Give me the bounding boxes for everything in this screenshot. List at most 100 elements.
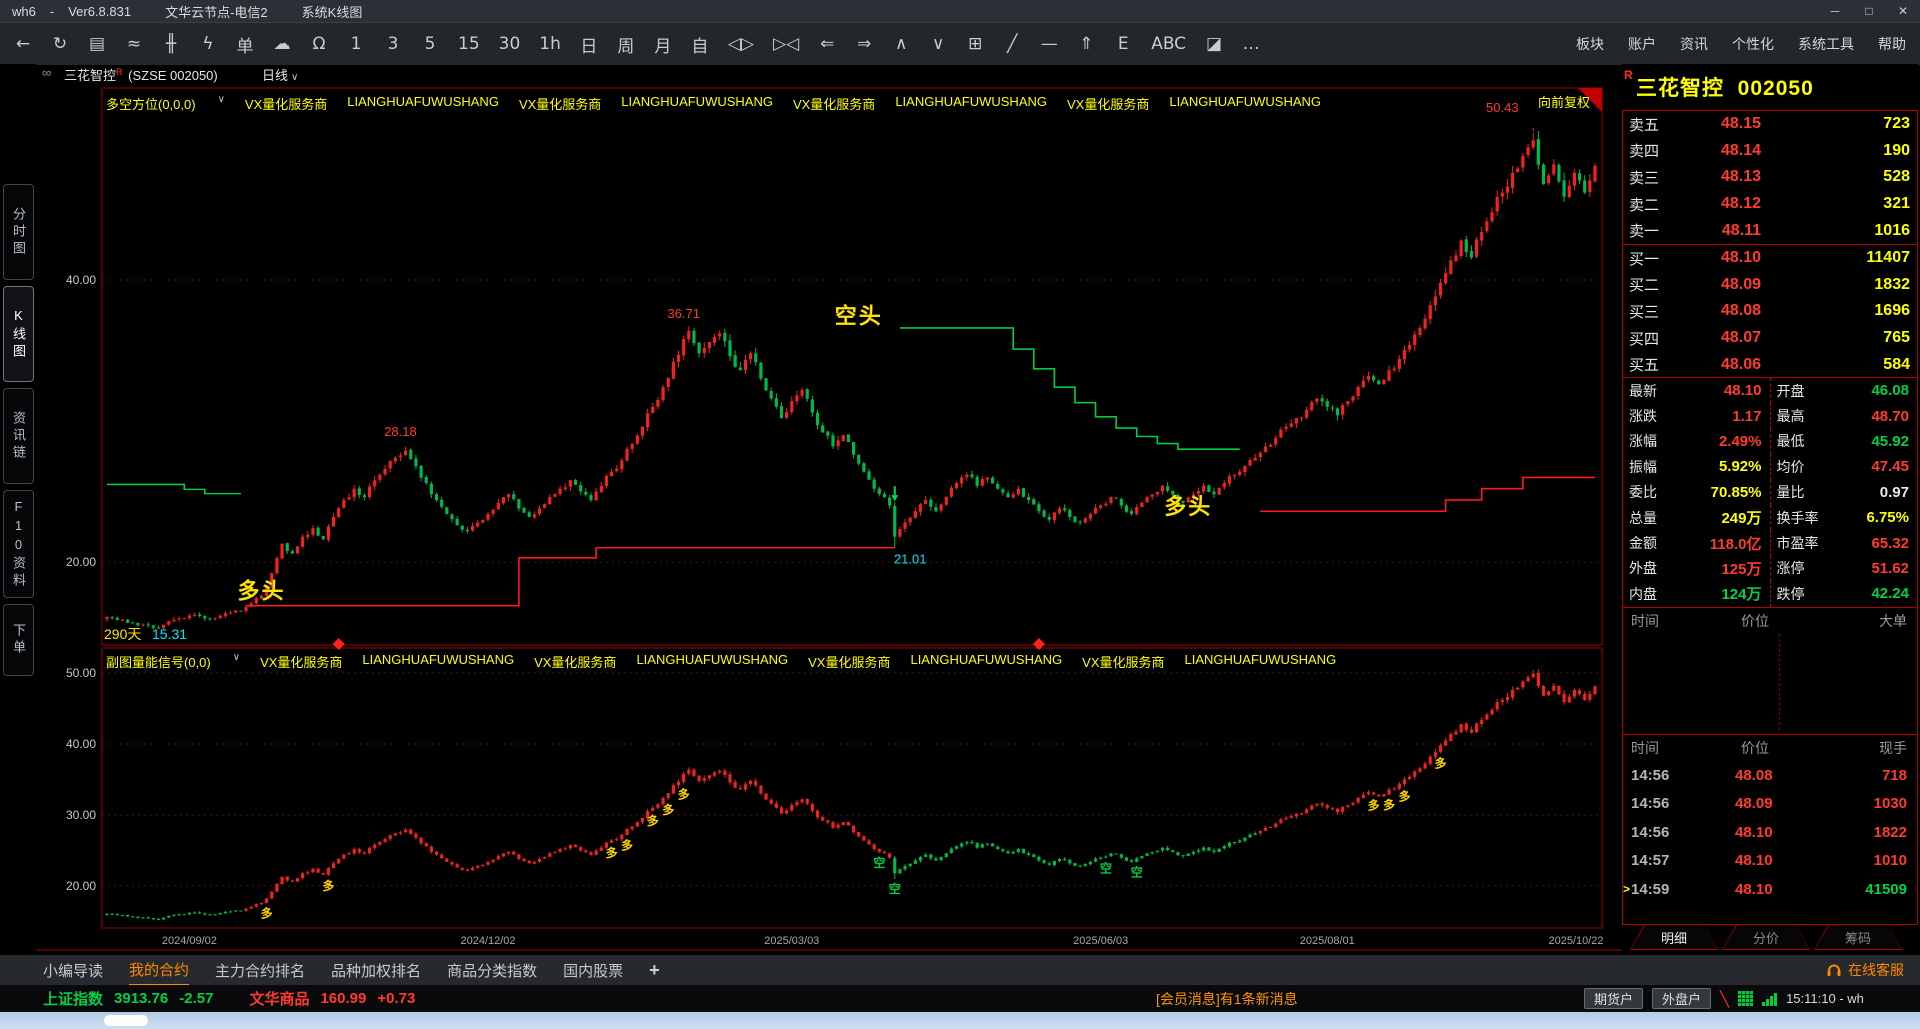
order-ticket-icon[interactable]: 单: [236, 32, 254, 57]
tick-time: 14:56: [1631, 823, 1670, 841]
orderbook-row-卖一[interactable]: 卖一 48.11 1016: [1623, 217, 1917, 245]
svg-text:多头: 多头: [237, 579, 285, 604]
orderbook-price: 48.10: [1720, 249, 1761, 267]
text-tool-icon[interactable]: E: [1114, 34, 1132, 54]
sidebar-tab-资讯链[interactable]: 资讯链: [3, 388, 34, 484]
bottom-tab-品种加权排名[interactable]: 品种加权排名: [331, 956, 421, 985]
minimize-icon[interactable]: ─: [1818, 0, 1852, 22]
menu-帮助[interactable]: 帮助: [1878, 34, 1906, 54]
orderbook-row-买一[interactable]: 买一 48.10 11407: [1623, 245, 1917, 272]
orderbook-row-卖四[interactable]: 卖四 48.14 190: [1623, 138, 1917, 165]
vendor-label: VX量化服务商: [808, 655, 891, 670]
main-indicator-row[interactable]: 多空方位(0,0,0) ∨ VX量化服务商 LIANGHUAFUWUSHANG VX量化…: [106, 94, 1321, 113]
chevron-down-icon: ∨: [232, 652, 241, 663]
stat-label: 总量: [1629, 509, 1657, 526]
add-pane-icon[interactable]: ⊞: [966, 34, 984, 54]
period-1h-icon[interactable]: 1h: [539, 34, 561, 54]
stat-value: 45.92: [1871, 432, 1909, 450]
orderbook-row-买二[interactable]: 买二 48.09 1832: [1623, 272, 1917, 299]
stat-row: 委比 70.85% 量比 0.97: [1623, 479, 1917, 505]
draw-hline-icon[interactable]: —: [1040, 34, 1058, 54]
add-tab-button[interactable]: +: [649, 960, 660, 981]
tab-分价[interactable]: 分价: [1722, 925, 1810, 950]
index1-label[interactable]: 上证指数: [43, 988, 103, 1009]
period-3-icon[interactable]: 3: [384, 34, 402, 54]
zoom-in-icon[interactable]: ∨: [929, 34, 947, 54]
kline-chart[interactable]: 40.00 20.00 50.00 40.00 30.00 20.00 2024/09/02…: [36, 82, 1622, 955]
zoom-out-icon[interactable]: ∧: [892, 34, 910, 54]
bottom-tab-主力合约排名[interactable]: 主力合约排名: [215, 956, 305, 985]
bottom-tab-小编导读[interactable]: 小编导读: [43, 956, 103, 985]
cloud-order-icon[interactable]: ☁: [273, 34, 291, 54]
sidebar-tab-K线图[interactable]: K线图: [3, 286, 34, 382]
period-month-icon[interactable]: 月: [654, 32, 672, 57]
orderbook-level-label: 卖三: [1629, 169, 1660, 187]
period-day-icon[interactable]: 日: [580, 32, 598, 57]
kline-icon[interactable]: ╫: [162, 34, 180, 54]
adjust-mode-label[interactable]: 向前复权: [1440, 92, 1590, 111]
sidebar-tab-F10资料[interactable]: F10资料: [3, 490, 34, 598]
period-30-icon[interactable]: 30: [499, 34, 521, 54]
futures-account-button[interactable]: 期货户: [1584, 988, 1644, 1009]
stat-value: 6.75%: [1866, 509, 1909, 527]
bottom-tab-我的合约[interactable]: 我的合约: [129, 955, 190, 986]
stat-row: 涨幅 2.49% 最低 45.92: [1623, 428, 1917, 455]
more-icon[interactable]: …: [1242, 34, 1260, 54]
orderbook-price: 48.06: [1720, 355, 1761, 373]
orderbook-row-卖三[interactable]: 卖三 48.13 528: [1623, 164, 1917, 191]
lightning-order-icon[interactable]: ϟ: [199, 34, 217, 54]
index2-value: 160.99: [320, 990, 367, 1007]
signal-bars-icon: [1762, 992, 1778, 1006]
tab-筹码[interactable]: 筹码: [1814, 925, 1902, 950]
orderbook-row-卖五[interactable]: 卖五 48.15 723: [1623, 111, 1917, 138]
sidebar-tab-分时图[interactable]: 分时图: [3, 184, 34, 280]
draw-slash-icon[interactable]: ╱: [1003, 34, 1021, 54]
indicator-name[interactable]: 多空方位(0,0,0): [106, 94, 196, 113]
stat-label: 金额: [1629, 535, 1657, 552]
menu-个性化[interactable]: 个性化: [1732, 34, 1774, 54]
svg-text:2025/06/03: 2025/06/03: [1073, 935, 1128, 947]
period-week-icon[interactable]: 周: [617, 32, 635, 57]
shift-right-icon[interactable]: ⇒: [855, 34, 873, 54]
member-message[interactable]: [会员消息]有1条新消息: [1156, 985, 1298, 1012]
expand-icon[interactable]: ▷◁: [773, 34, 799, 54]
bottom-tab-商品分类指数[interactable]: 商品分类指数: [447, 956, 537, 985]
period-1-icon[interactable]: 1: [347, 34, 365, 54]
compress-icon[interactable]: ◁▷: [728, 34, 754, 54]
period-5-icon[interactable]: 5: [421, 34, 439, 54]
indicator-name[interactable]: 副图量能信号(0,0): [106, 652, 211, 671]
period-custom-icon[interactable]: 自: [691, 32, 709, 57]
menu-账户[interactable]: 账户: [1628, 34, 1656, 54]
chart-header: ∞ 三花智控R (SZSE 002050) 日线 ∨: [36, 64, 1622, 83]
quote-list-icon[interactable]: ▤: [88, 34, 106, 54]
menu-系统工具[interactable]: 系统工具: [1798, 34, 1854, 54]
link-icon[interactable]: ∞: [42, 65, 51, 80]
svg-text:多: 多: [1368, 797, 1380, 812]
index2-label[interactable]: 文华商品: [249, 988, 309, 1009]
vendor-label: LIANGHUAFUWUSHANG: [1184, 652, 1337, 667]
tab-明细[interactable]: 明细: [1630, 925, 1718, 950]
stat-label: 涨跌: [1629, 408, 1657, 425]
online-service-button[interactable]: 在线客服: [1826, 955, 1904, 985]
draw-arrow-icon[interactable]: ⇑: [1077, 34, 1095, 54]
orderbook-row-卖二[interactable]: 卖二 48.12 321: [1623, 191, 1917, 218]
sub-indicator-row[interactable]: 副图量能信号(0,0) ∨ VX量化服务商 LIANGHUAFUWUSHANG VX量化…: [106, 652, 1336, 671]
abc-tool-icon[interactable]: ABC: [1151, 34, 1186, 54]
overseas-account-button[interactable]: 外盘户: [1652, 988, 1712, 1009]
menu-资讯[interactable]: 资讯: [1680, 34, 1708, 54]
period-15-icon[interactable]: 15: [458, 34, 480, 54]
orderbook-row-买五[interactable]: 买五 48.06 584: [1623, 351, 1917, 378]
shift-left-icon[interactable]: ⇐: [818, 34, 836, 54]
maximize-icon[interactable]: □: [1852, 0, 1886, 22]
close-icon[interactable]: ✕: [1886, 0, 1920, 22]
alert-bell-icon[interactable]: Ω: [310, 34, 328, 54]
refresh-icon[interactable]: ↻: [51, 34, 69, 54]
trend-line-icon[interactable]: ≈: [125, 34, 143, 54]
orderbook-row-买四[interactable]: 买四 48.07 765: [1623, 325, 1917, 352]
bottom-tab-国内股票[interactable]: 国内股票: [563, 956, 623, 985]
sidebar-tab-下单[interactable]: 下单: [3, 604, 34, 676]
orderbook-row-买三[interactable]: 买三 48.08 1696: [1623, 298, 1917, 325]
menu-板块[interactable]: 板块: [1576, 34, 1604, 54]
back-icon[interactable]: ←: [14, 34, 32, 54]
eraser-icon[interactable]: ◪: [1205, 34, 1223, 54]
